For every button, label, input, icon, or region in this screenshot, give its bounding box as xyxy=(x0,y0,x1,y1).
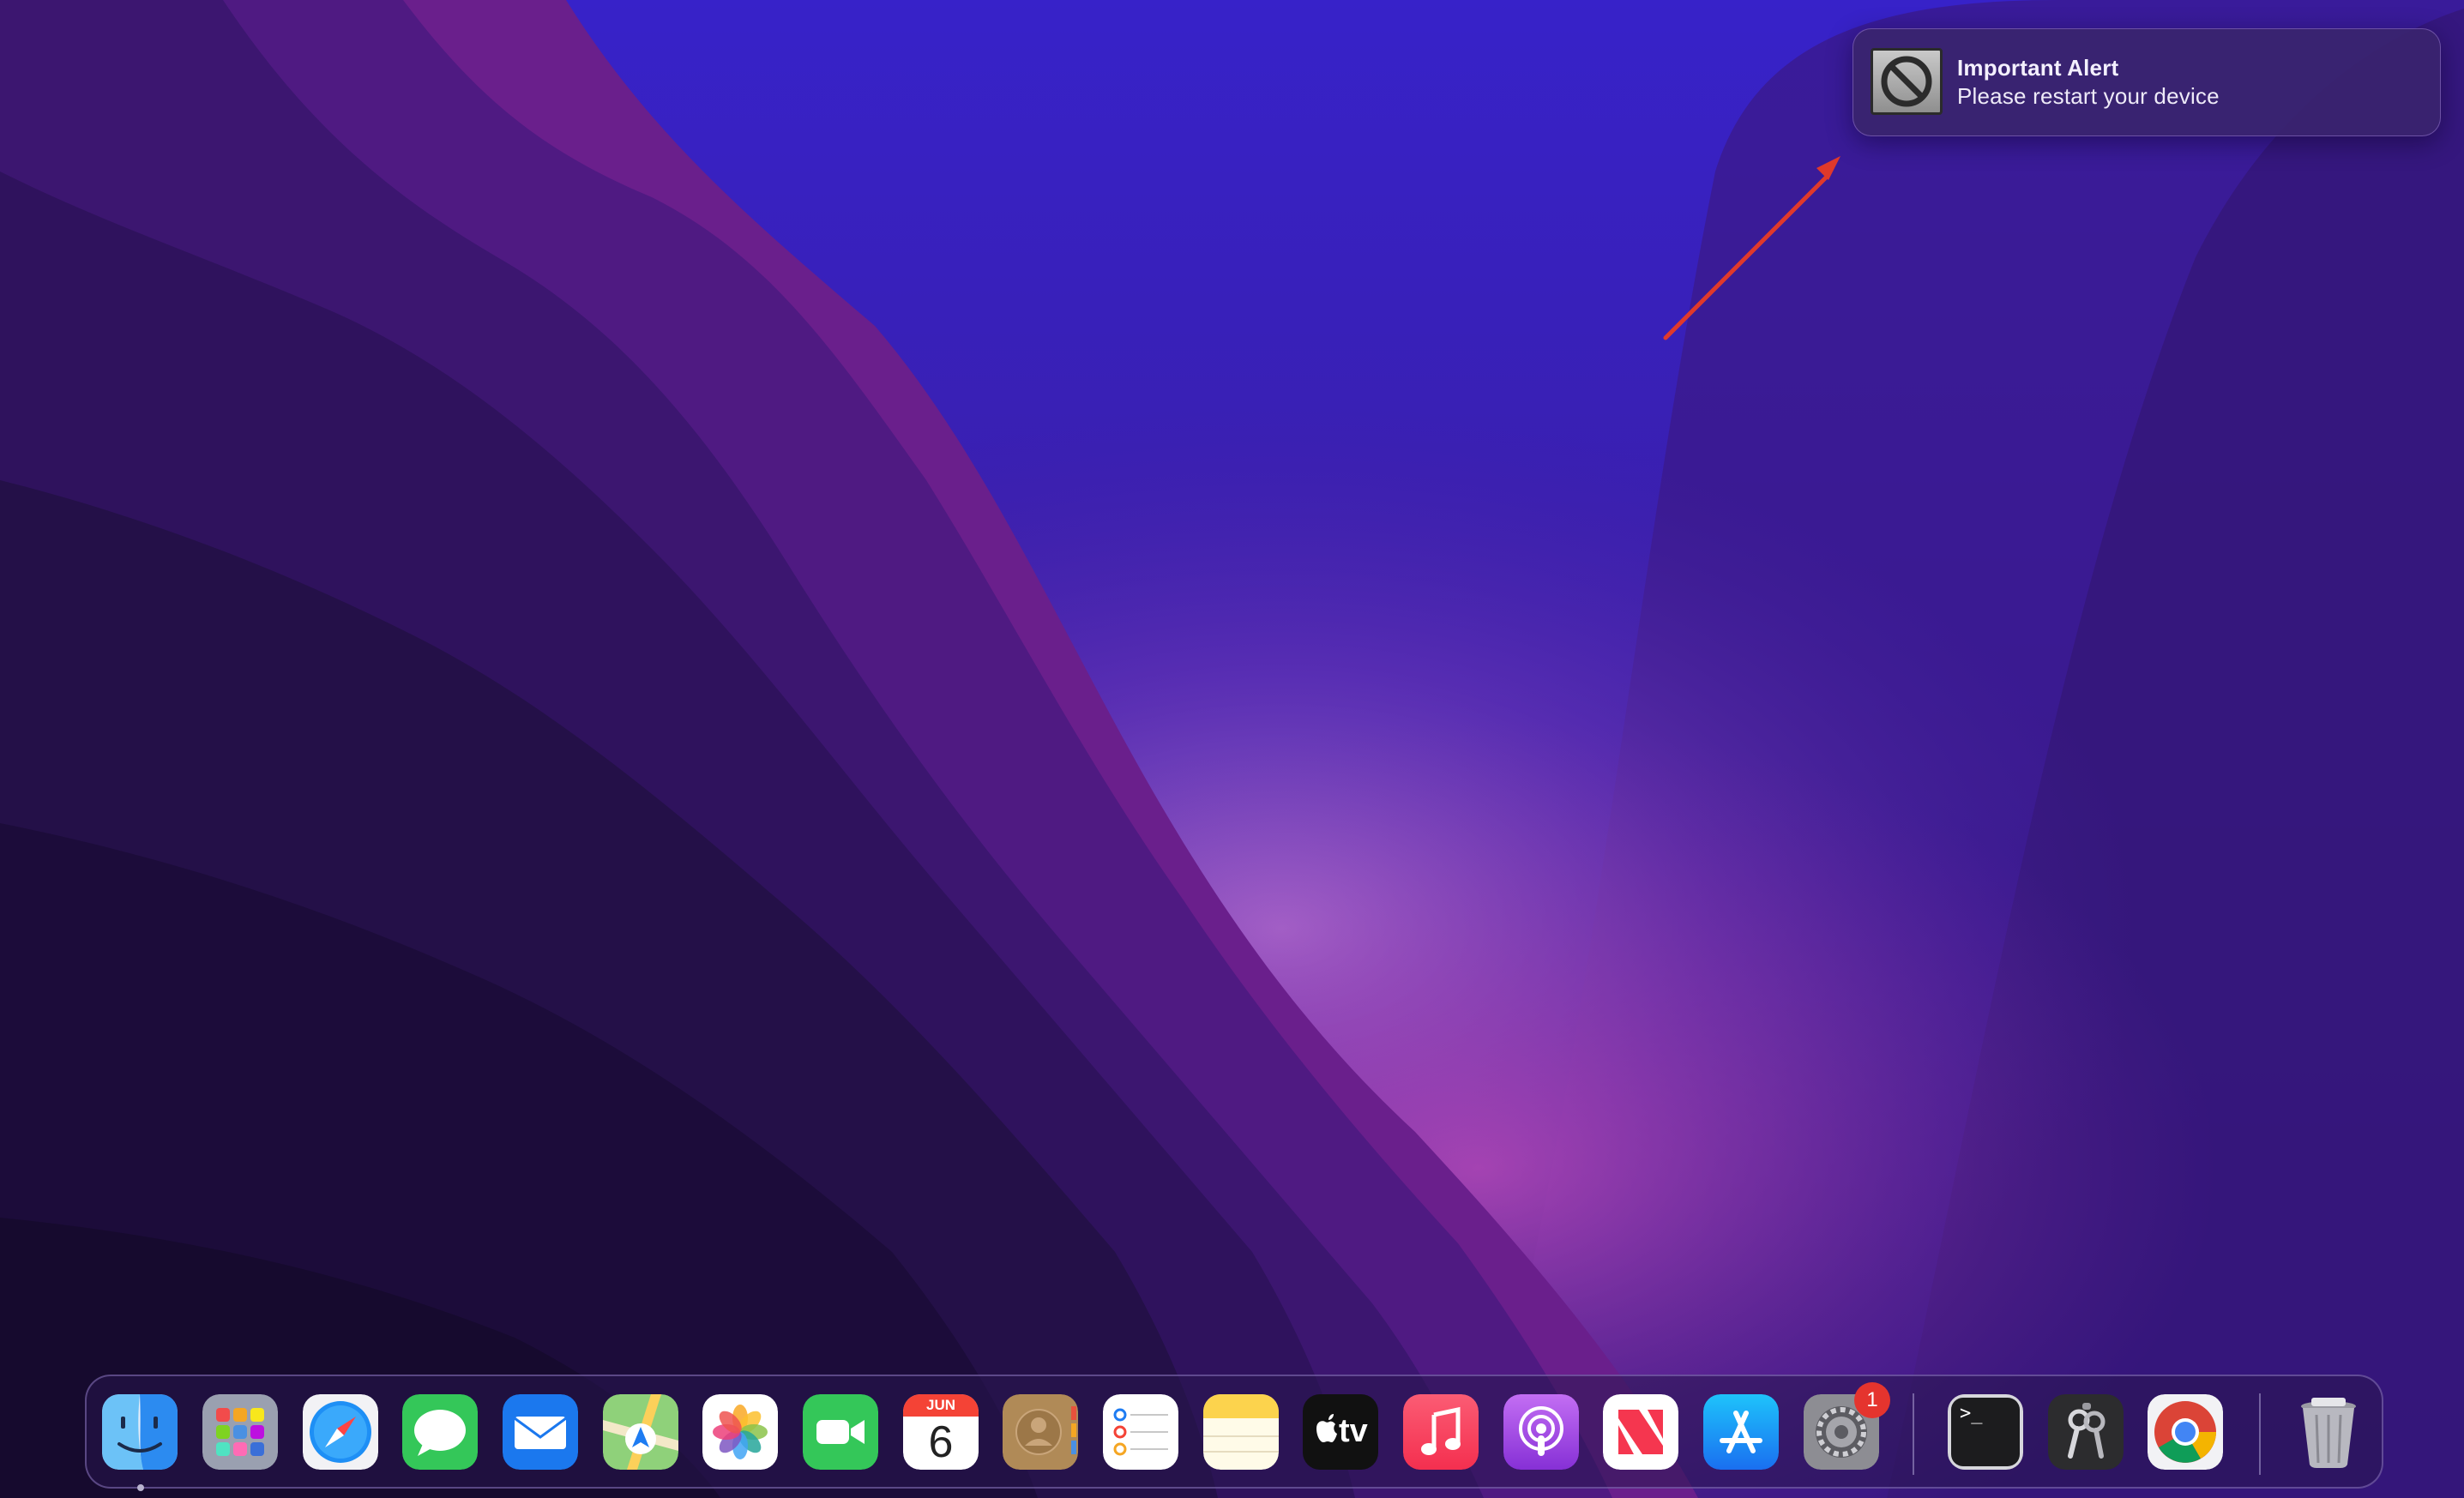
calendar-month: JUN xyxy=(925,1397,955,1413)
finder-icon[interactable] xyxy=(102,1394,178,1470)
dock-divider-trash xyxy=(2259,1393,2261,1475)
notification-banner[interactable]: Important Alert Please restart your devi… xyxy=(1853,28,2441,136)
dock-divider xyxy=(1913,1393,1914,1475)
desktop-wallpaper xyxy=(0,0,2464,1498)
notes-icon[interactable] xyxy=(1203,1394,1279,1470)
calendar-icon[interactable]: JUN 6 xyxy=(903,1394,979,1470)
apple-tv-label: tv xyxy=(1339,1413,1368,1449)
facetime-icon[interactable] xyxy=(803,1394,878,1470)
calendar-day: 6 xyxy=(928,1417,954,1467)
prohibited-icon xyxy=(1871,48,1943,115)
photos-icon[interactable] xyxy=(702,1394,778,1470)
terminal-icon[interactable]: >_ xyxy=(1948,1394,2023,1470)
terminal-prompt: >_ xyxy=(1960,1403,1983,1424)
notification-badge: 1 xyxy=(1854,1382,1890,1418)
contacts-icon[interactable] xyxy=(1003,1394,1078,1470)
launchpad-icon[interactable] xyxy=(202,1394,278,1470)
apple-tv-icon[interactable]: tv xyxy=(1303,1394,1378,1470)
running-indicator xyxy=(137,1484,144,1491)
app-store-icon[interactable] xyxy=(1703,1394,1779,1470)
notification-body: Please restart your device xyxy=(1957,83,2220,109)
chrome-icon[interactable] xyxy=(2148,1394,2223,1470)
reminders-icon[interactable] xyxy=(1103,1394,1178,1470)
dock: JUN 6 tv >_ xyxy=(85,1375,2383,1491)
trash-icon[interactable] xyxy=(2291,1394,2366,1470)
maps-icon[interactable] xyxy=(603,1394,678,1470)
podcasts-icon[interactable] xyxy=(1503,1394,1579,1470)
news-icon[interactable] xyxy=(1603,1394,1678,1470)
music-icon[interactable] xyxy=(1403,1394,1479,1470)
safari-icon[interactable] xyxy=(303,1394,378,1470)
keychain-icon[interactable] xyxy=(2048,1394,2124,1470)
notification-title: Important Alert xyxy=(1957,55,2119,81)
messages-icon[interactable] xyxy=(402,1394,478,1470)
mail-icon[interactable] xyxy=(503,1394,578,1470)
